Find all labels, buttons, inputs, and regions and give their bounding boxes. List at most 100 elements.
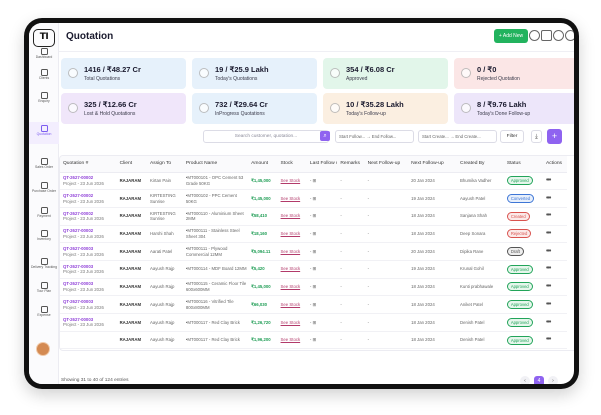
last-follow-up-cell[interactable]: - ⊞	[306, 225, 338, 244]
add-new-button[interactable]: + Add New	[494, 29, 528, 43]
row-actions-icon[interactable]: •••	[542, 295, 567, 314]
table-row[interactable]: QT-2627-00003 Project - 23 Jun 2026 RAJARA…	[60, 260, 567, 279]
column-header[interactable]: Amount	[248, 156, 278, 173]
column-header[interactable]: Next Follow-up	[364, 156, 409, 173]
project-date: Project - 23 Jun 2026	[63, 304, 104, 310]
quotation-cell[interactable]: QT-2627-00003 Project - 23 Jun 2026	[60, 260, 117, 279]
last-follow-up-cell[interactable]: - ⊞	[306, 331, 338, 350]
filter-button[interactable]: Filter	[500, 130, 524, 143]
see-stock-link[interactable]: See Stock	[277, 189, 307, 208]
stat-card[interactable]: 0 / ₹0 Rejected Quotation	[454, 58, 574, 89]
prev-page-button[interactable]: ‹	[520, 376, 530, 384]
stat-card[interactable]: 8 / ₹9.76 Lakh Today's Done Follow-up	[454, 93, 574, 124]
column-header[interactable]: Remarks	[337, 156, 365, 173]
column-header[interactable]: Actions	[542, 156, 567, 173]
quotation-cell[interactable]: QT-2627-00003 Project - 23 Jun 2026	[60, 242, 117, 261]
quotation-cell[interactable]: QT-2627-00002 Project - 23 Jun 2026	[60, 172, 117, 191]
quotation-cell[interactable]: QT-2627-00003 Project - 23 Jun 2026	[60, 295, 117, 314]
document-icon[interactable]	[541, 30, 552, 41]
row-actions-icon[interactable]: •••	[542, 207, 567, 226]
stat-card[interactable]: 19 / ₹25.9 Lakh Today's Quotations	[192, 58, 317, 89]
row-actions-icon[interactable]: •••	[542, 331, 567, 350]
quotation-cell[interactable]	[60, 331, 117, 350]
see-stock-link[interactable]: See Stock	[277, 225, 307, 244]
chat-icon[interactable]	[553, 30, 564, 41]
quotation-cell[interactable]: QT-2627-00003 Project - 23 Jun 2026	[60, 313, 117, 332]
next-page-button[interactable]: ›	[548, 376, 558, 384]
stat-card[interactable]: 732 / ₹29.64 Cr InProgress Quotations	[192, 93, 317, 124]
column-header[interactable]: Created By	[457, 156, 504, 173]
see-stock-link[interactable]: See Stock	[277, 260, 307, 279]
sidebar-item-expense[interactable]: Expense	[29, 303, 59, 325]
sidebar-item-tour-plan[interactable]: Tour Plan	[29, 279, 59, 301]
sidebar-item-purchase-order[interactable]: Purchase Order	[29, 179, 59, 201]
table-row[interactable]: QT-2627-00002 Project - 23 Jun 2026 RAJARA…	[60, 207, 567, 226]
last-follow-up-cell[interactable]: - ⊞	[306, 260, 338, 279]
see-stock-link[interactable]: See Stock	[277, 278, 307, 297]
current-page-button[interactable]: 4	[534, 376, 544, 384]
table-row[interactable]: QT-2627-00003 Project - 23 Jun 2026 RAJARA…	[60, 313, 567, 332]
row-actions-icon[interactable]: •••	[542, 172, 567, 191]
avatar[interactable]	[36, 342, 50, 356]
table-row[interactable]: RAJARAM Aayush Rajp •MT000117 - Red Clay B…	[60, 331, 567, 350]
column-header[interactable]: Product Name	[182, 156, 249, 173]
add-quotation-button[interactable]: +	[547, 129, 562, 144]
stat-card[interactable]: 1416 / ₹48.27 Cr Total Quotations	[61, 58, 186, 89]
see-stock-link[interactable]: See Stock	[277, 172, 307, 191]
last-follow-up-cell[interactable]: - ⊞	[306, 242, 338, 261]
last-follow-up-cell[interactable]: - ⊞	[306, 189, 338, 208]
followup-date-filter[interactable]: Start Follow... → End Follow...	[335, 130, 414, 143]
last-follow-up-cell[interactable]: - ⊞	[306, 295, 338, 314]
column-header[interactable]: Assign To	[147, 156, 183, 173]
sidebar-item-enquiry[interactable]: Enquiry	[29, 89, 59, 111]
see-stock-link[interactable]: See Stock	[277, 207, 307, 226]
see-stock-link[interactable]: See Stock	[277, 313, 307, 332]
notification-bell-icon[interactable]	[565, 30, 574, 41]
created-date-filter[interactable]: Start Create... → End Create...	[418, 130, 497, 143]
quotation-cell[interactable]: QT-2627-00002 Project - 23 Jun 2026	[60, 207, 117, 226]
quotation-cell[interactable]: QT-2627-00002 Project - 23 Jun 2026	[60, 189, 117, 208]
column-header[interactable]: Client	[116, 156, 148, 173]
row-actions-icon[interactable]: •••	[542, 260, 567, 279]
see-stock-link[interactable]: See Stock	[277, 242, 307, 261]
see-stock-link[interactable]: See Stock	[277, 331, 307, 350]
sidebar-item-payment[interactable]: Payment	[29, 204, 59, 226]
column-header[interactable]: Status	[503, 156, 543, 173]
sidebar-item-quotation[interactable]: Quotation	[29, 122, 59, 144]
row-actions-icon[interactable]: •••	[542, 225, 567, 244]
table-row[interactable]: QT-2627-00003 Project - 23 Jun 2026 RAJARA…	[60, 295, 567, 314]
table-row[interactable]: QT-2627-00003 Project - 23 Jun 2026 RAJARA…	[60, 242, 567, 261]
export-icon[interactable]: ⤓	[531, 130, 542, 143]
row-actions-icon[interactable]: •••	[542, 189, 567, 208]
column-header[interactable]: Last Follow up	[306, 156, 338, 173]
sidebar-item-clients[interactable]: Clients	[29, 66, 59, 88]
search-icon[interactable]: ⌕	[320, 131, 330, 141]
sidebar-item-dashboard[interactable]: Dashboard	[29, 45, 59, 67]
search-input[interactable]: Search customer, quotation...	[203, 130, 329, 143]
stat-card[interactable]: 325 / ₹12.66 Cr Lost & Hold Quotations	[61, 93, 186, 124]
column-header[interactable]: Quotation #	[60, 156, 117, 173]
table-row[interactable]: QT-2627-00002 Project - 23 Jun 2026 RAJARA…	[60, 189, 567, 208]
product-cell: •MT000111 - Plywood Commercial 12MM	[182, 242, 249, 261]
table-row[interactable]: QT-2627-00002 Project - 23 Jun 2026 RAJARA…	[60, 225, 567, 244]
theme-toggle-icon[interactable]	[529, 30, 540, 41]
sidebar-item-delivery-tracking[interactable]: Delivery Tracking	[29, 255, 59, 277]
last-follow-up-cell[interactable]: - ⊞	[306, 278, 338, 297]
row-actions-icon[interactable]: •••	[542, 278, 567, 297]
stat-card[interactable]: 10 / ₹35.28 Lakh Today's Follow-up	[323, 93, 448, 124]
sidebar-item-inventory[interactable]: Inventory	[29, 227, 59, 249]
last-follow-up-cell[interactable]: - ⊞	[306, 172, 338, 191]
table-row[interactable]: QT-2627-00003 Project - 23 Jun 2026 RAJARA…	[60, 278, 567, 297]
stat-card[interactable]: 354 / ₹6.08 Cr Approved	[323, 58, 448, 89]
column-header[interactable]: Next Follow-up	[408, 156, 458, 173]
last-follow-up-cell[interactable]: - ⊞	[306, 313, 338, 332]
table-row[interactable]: QT-2627-00002 Project - 23 Jun 2026 RAJARA…	[60, 172, 567, 191]
quotation-cell[interactable]: QT-2627-00002 Project - 23 Jun 2026	[60, 225, 117, 244]
quotation-cell[interactable]: QT-2627-00003 Project - 23 Jun 2026	[60, 278, 117, 297]
column-header[interactable]: Stock	[277, 156, 307, 173]
last-follow-up-cell[interactable]: - ⊞	[306, 207, 338, 226]
sidebar-item-sales-order[interactable]: Sales Order	[29, 155, 59, 177]
row-actions-icon[interactable]: •••	[542, 313, 567, 332]
see-stock-link[interactable]: See Stock	[277, 295, 307, 314]
row-actions-icon[interactable]: •••	[542, 242, 567, 261]
